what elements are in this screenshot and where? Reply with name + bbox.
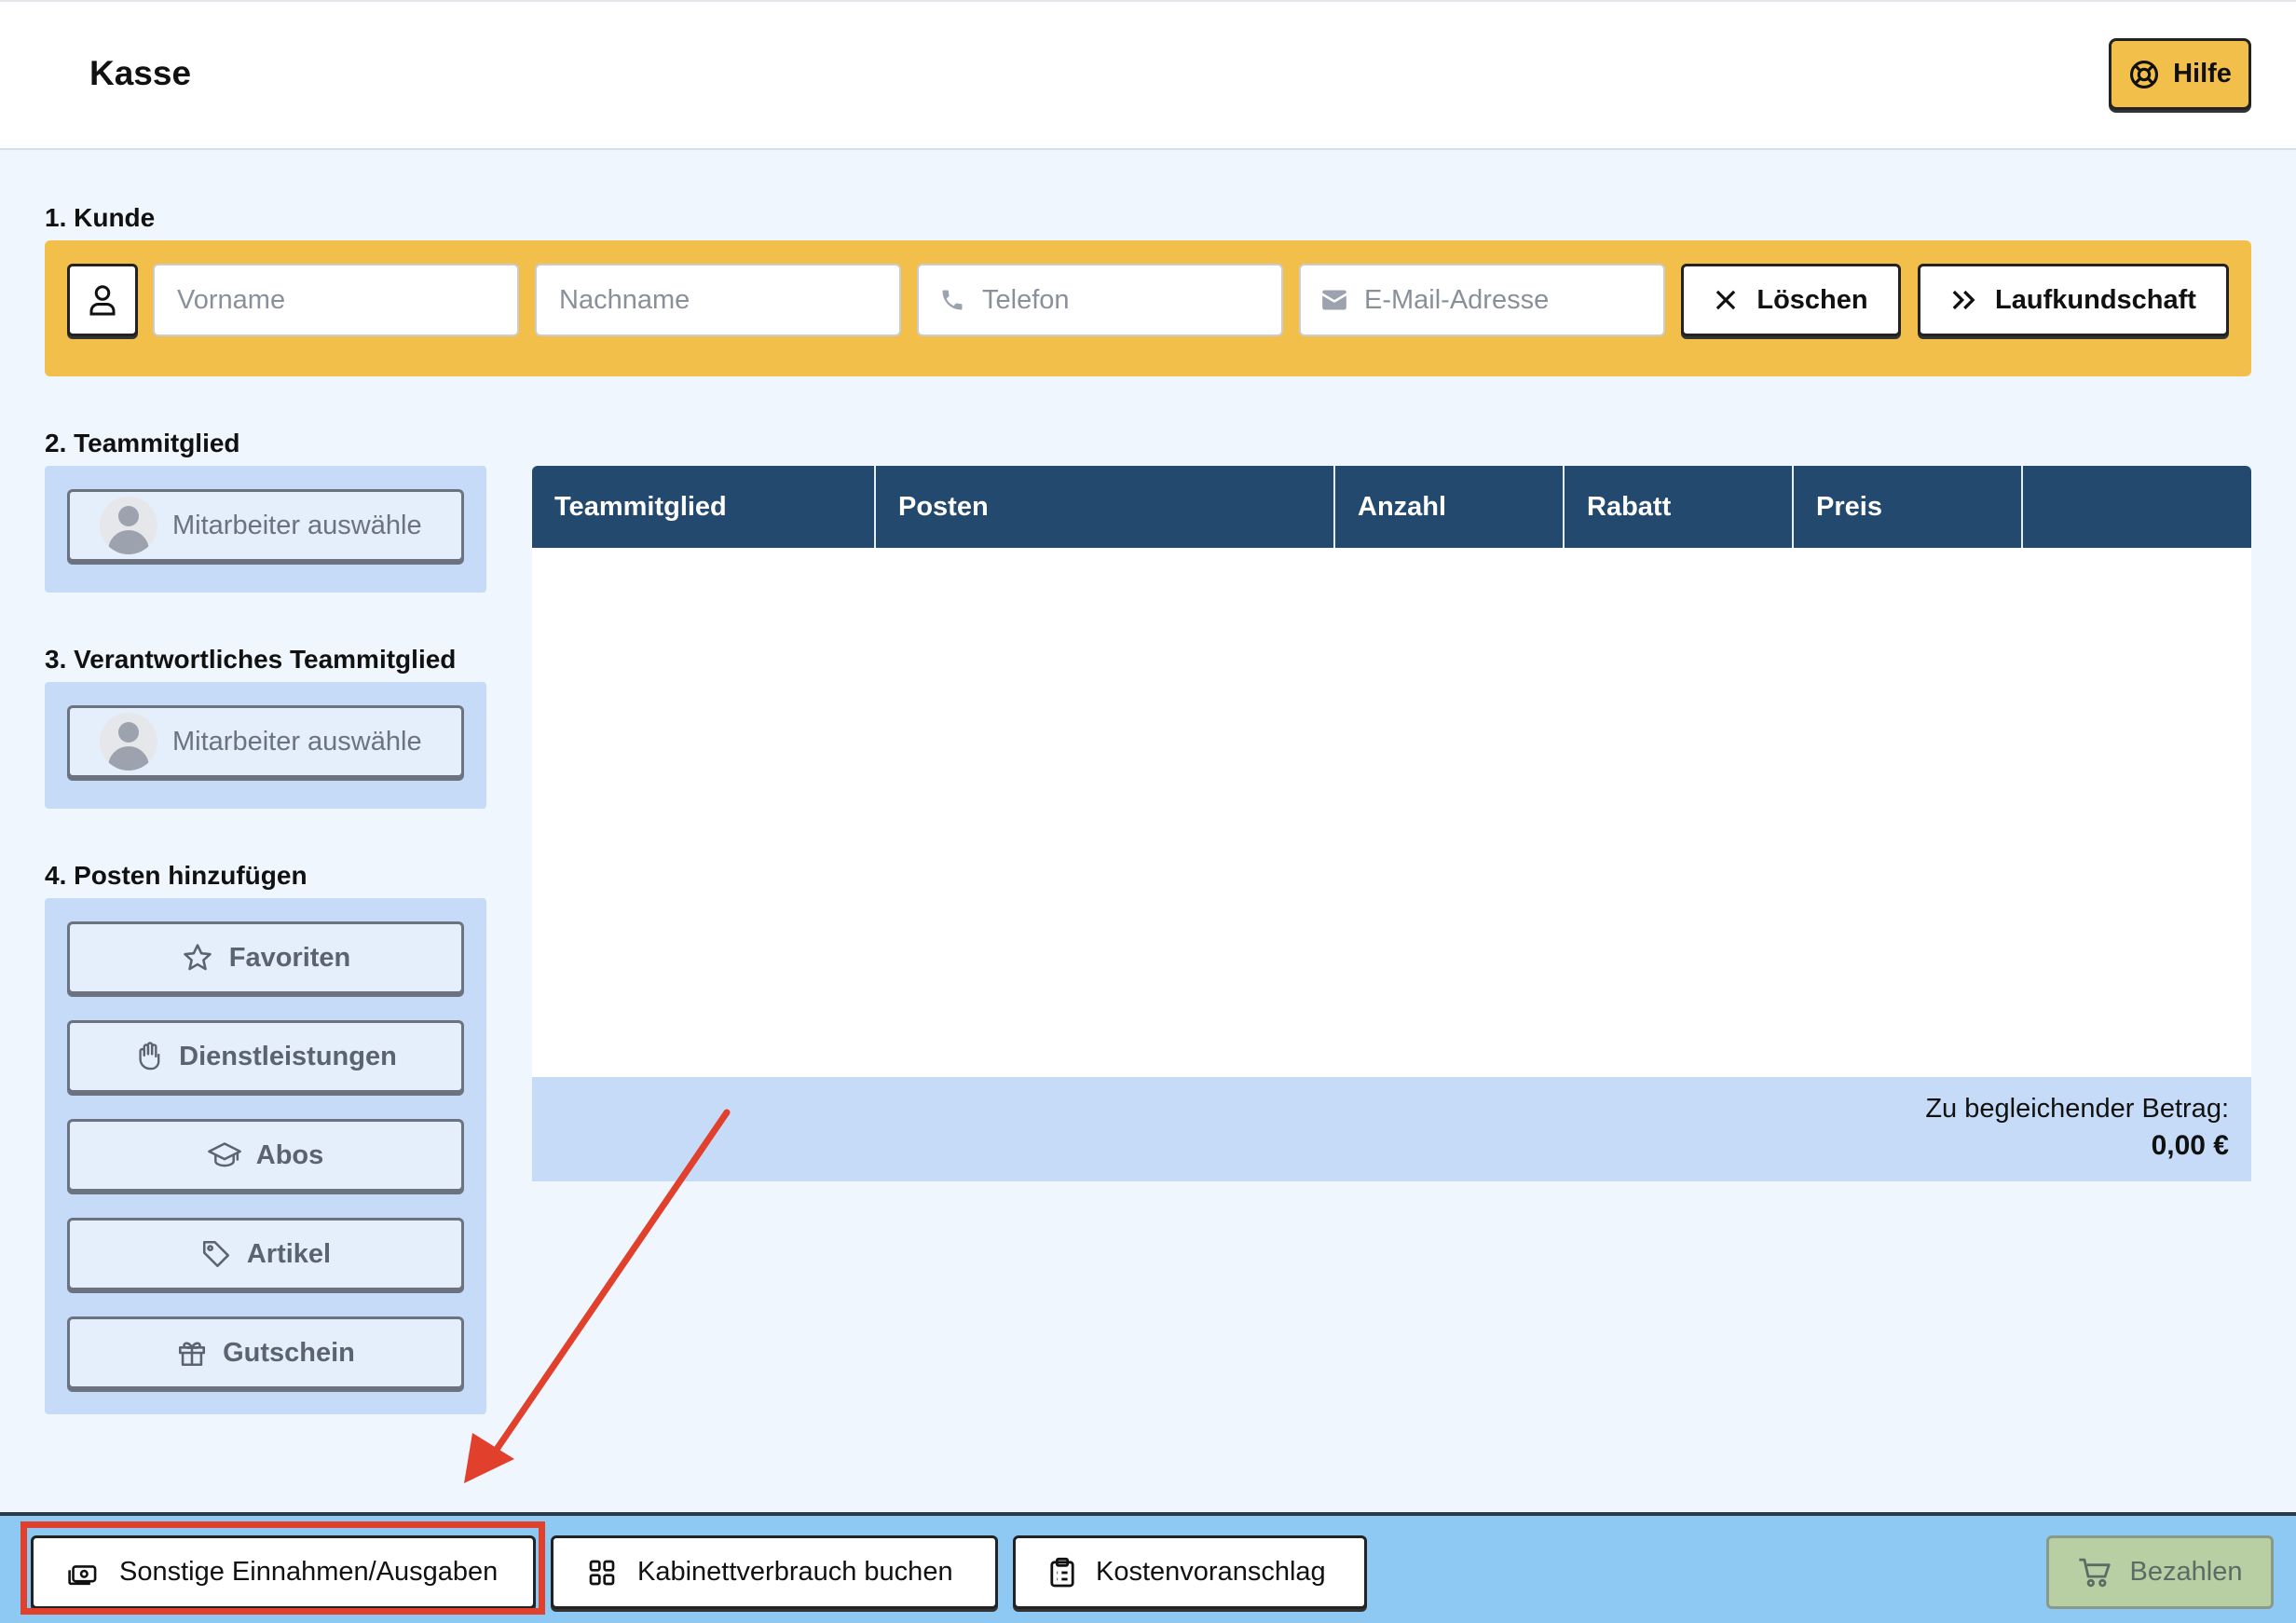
customer-profile-button[interactable]: [67, 264, 138, 336]
subscriptions-button[interactable]: Abos: [67, 1119, 464, 1192]
section-label-team-member: 2. Teammitglied: [45, 429, 240, 457]
clear-customer-label: Löschen: [1756, 284, 1868, 315]
person-icon: [89, 283, 116, 317]
articles-label: Artikel: [246, 1238, 332, 1269]
graduation-cap-icon: [207, 1140, 241, 1170]
responsible-member-select[interactable]: Mitarbeiter auswähle: [67, 705, 464, 778]
cost-estimate-button[interactable]: Kostenvoranschlag: [1013, 1535, 1367, 1609]
section-label-customer: 1. Kunde: [45, 203, 156, 232]
clear-customer-button[interactable]: Löschen: [1681, 264, 1901, 336]
customer-bar: Vorname Nachname Telefon E-Mail-Adresse …: [45, 240, 2251, 376]
services-label: Dienstleistungen: [179, 1041, 397, 1071]
cash-register-icon: [67, 1559, 99, 1587]
email-placeholder: E-Mail-Adresse: [1364, 284, 1550, 315]
cart-table-header: Teammitglied Posten Anzahl Rabatt Preis: [532, 466, 2251, 548]
phone-placeholder: Telefon: [982, 284, 1070, 315]
first-name-placeholder: Vorname: [177, 284, 286, 315]
envelope-icon: [1321, 290, 1347, 310]
total-amount: 0,00 €: [2151, 1130, 2229, 1161]
phone-icon: [939, 287, 965, 313]
responsible-member-panel: Mitarbeiter auswähle: [45, 682, 486, 809]
help-button[interactable]: Hilfe: [2109, 38, 2251, 110]
voucher-button[interactable]: Gutschein: [67, 1316, 464, 1389]
articles-button[interactable]: Artikel: [67, 1218, 464, 1290]
double-chevron-right-icon: [1950, 288, 1976, 312]
subscriptions-label: Abos: [255, 1139, 324, 1170]
pay-button[interactable]: Bezahlen: [2046, 1535, 2274, 1609]
column-header-team-member: Teammitglied: [532, 466, 876, 548]
cart-table-body: [532, 548, 2251, 1077]
pay-label: Bezahlen: [2129, 1557, 2243, 1587]
team-member-panel: Mitarbeiter auswähle: [45, 466, 486, 593]
other-income-expenses-label: Sonstige Einnahmen/Ausgaben: [119, 1557, 499, 1587]
lifebuoy-icon: [2128, 59, 2160, 90]
avatar-placeholder-icon: [100, 713, 157, 771]
cost-estimate-label: Kostenvoranschlag: [1096, 1557, 1326, 1587]
first-name-field[interactable]: Vorname: [153, 264, 519, 336]
app-header: Kasse Hilfe: [0, 0, 2296, 150]
team-member-select-label: Mitarbeiter auswähle: [172, 510, 422, 540]
tag-icon: [200, 1238, 232, 1270]
gift-icon: [176, 1337, 208, 1369]
column-header-price: Preis: [1794, 466, 2023, 548]
voucher-label: Gutschein: [223, 1337, 355, 1368]
email-field[interactable]: E-Mail-Adresse: [1299, 264, 1665, 336]
book-cabinet-usage-button[interactable]: Kabinettverbrauch buchen: [551, 1535, 998, 1609]
total-bar: Zu begleichender Betrag: 0,00 €: [532, 1077, 2251, 1181]
shopping-cart-icon: [2078, 1557, 2112, 1589]
favorites-button[interactable]: Favoriten: [67, 921, 464, 994]
hand-icon: [134, 1041, 164, 1072]
last-name-field[interactable]: Nachname: [535, 264, 901, 336]
column-header-discount: Rabatt: [1565, 466, 1794, 548]
page-title: Kasse: [89, 54, 192, 92]
services-button[interactable]: Dienstleistungen: [67, 1020, 464, 1093]
help-button-label: Hilfe: [2173, 59, 2232, 89]
other-income-expenses-button[interactable]: Sonstige Einnahmen/Ausgaben: [31, 1535, 536, 1609]
section-label-add-items: 4. Posten hinzufügen: [45, 861, 308, 890]
column-header-actions: [2023, 466, 2251, 548]
responsible-member-select-label: Mitarbeiter auswähle: [172, 726, 422, 757]
favorites-label: Favoriten: [228, 942, 351, 973]
walk-in-customer-label: Laufkundschaft: [1995, 284, 2196, 315]
avatar-placeholder-icon: [100, 497, 157, 554]
close-icon: [1714, 288, 1738, 312]
walk-in-customer-button[interactable]: Laufkundschaft: [1918, 264, 2229, 336]
team-member-select[interactable]: Mitarbeiter auswähle: [67, 489, 464, 562]
grid-icon: [587, 1558, 617, 1588]
total-label: Zu begleichender Betrag:: [1925, 1094, 2229, 1124]
add-items-panel: Favoriten Dienstleistungen Abos Artikel …: [45, 898, 486, 1414]
last-name-placeholder: Nachname: [559, 284, 690, 315]
action-footer: Sonstige Einnahmen/Ausgaben Kabinettverb…: [0, 1512, 2296, 1623]
column-header-quantity: Anzahl: [1335, 466, 1565, 548]
star-icon: [181, 942, 214, 974]
book-cabinet-usage-label: Kabinettverbrauch buchen: [637, 1557, 953, 1587]
clipboard-icon: [1049, 1557, 1075, 1589]
phone-field[interactable]: Telefon: [917, 264, 1283, 336]
section-label-responsible-member: 3. Verantwortliches Teammitglied: [45, 645, 457, 674]
column-header-item: Posten: [876, 466, 1335, 548]
